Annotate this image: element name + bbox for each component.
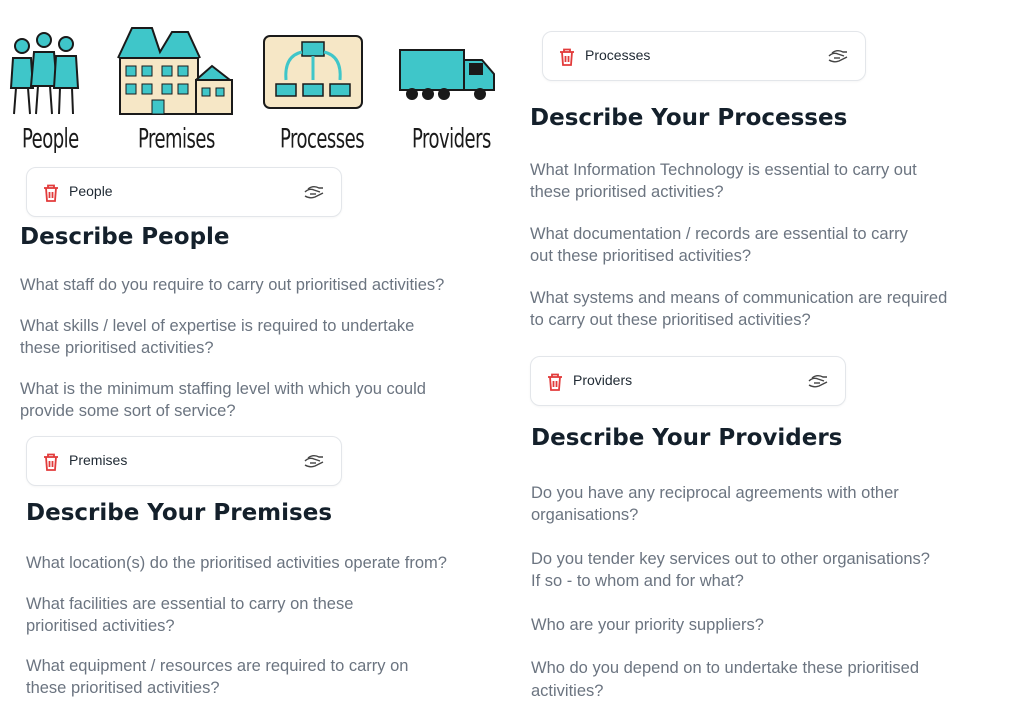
providers-illustration (398, 42, 498, 108)
people-chip-label: People (69, 183, 113, 199)
processes-illustration-label: Processes (280, 122, 365, 155)
people-question-3-line-2: provide some sort of service? (20, 402, 236, 420)
premises-chip-label: Premises (69, 452, 128, 468)
premises-question-2-line-1: What facilities are essential to carry o… (26, 595, 354, 613)
premises-question-1: What location(s) do the prioritised acti… (26, 554, 447, 572)
trash-icon[interactable] (43, 184, 59, 202)
premises-question-2-line-2: prioritised activities? (26, 617, 175, 635)
premises-question-3-line-1: What equipment / resources are required … (26, 657, 409, 675)
premises-chip[interactable]: Premises (26, 436, 342, 486)
hand-drag-icon[interactable] (303, 181, 325, 203)
trash-icon[interactable] (43, 453, 59, 471)
premises-question-3-line-2: these prioritised activities? (26, 679, 220, 697)
processes-question-1-line-1: What Information Technology is essential… (530, 161, 917, 179)
trash-icon[interactable] (559, 48, 575, 66)
people-icon (9, 32, 80, 115)
people-chip[interactable]: People (26, 167, 342, 217)
hand-drag-icon[interactable] (807, 370, 829, 392)
processes-question-3-line-2: to carry out these prioritised activitie… (530, 311, 811, 329)
processes-icon (263, 35, 363, 109)
hand-drag-icon[interactable] (303, 450, 325, 472)
processes-question-1-line-2: these prioritised activities? (530, 183, 724, 201)
people-question-3-line-1: What is the minimum staffing level with … (20, 380, 426, 398)
people-question-2-line-2: these prioritised activities? (20, 339, 214, 357)
providers-question-4-line-2: activities? (531, 682, 604, 700)
processes-heading: Describe Your Processes (530, 105, 848, 131)
providers-chip-label: Providers (573, 372, 633, 388)
premises-icon (117, 27, 233, 115)
people-heading: Describe People (20, 224, 230, 250)
people-question-1: What staff do you require to carry out p… (20, 276, 445, 294)
providers-question-4-line-1: Who do you depend on to undertake these … (531, 659, 920, 677)
providers-question-1-line-2: organisations? (531, 506, 639, 524)
trash-icon[interactable] (547, 373, 563, 391)
providers-heading: Describe Your Providers (531, 425, 843, 451)
providers-question-1-line-1: Do you have any reciprocal agreements wi… (531, 484, 899, 502)
providers-icon (399, 49, 495, 100)
people-illustration (8, 28, 84, 120)
processes-chip[interactable]: Processes (542, 31, 866, 81)
processes-question-3-line-1: What systems and means of communication … (530, 289, 948, 307)
providers-question-2-line-1: Do you tender key services out to other … (531, 550, 930, 568)
premises-heading: Describe Your Premises (26, 500, 333, 526)
people-question-2-line-1: What skills / level of expertise is requ… (20, 317, 415, 335)
processes-question-2-line-2: out these prioritised activities? (530, 247, 752, 265)
providers-illustration-label: Providers (412, 122, 491, 155)
providers-chip[interactable]: Providers (530, 356, 846, 406)
premises-illustration-label: Premises (138, 122, 215, 155)
providers-question-2-line-2: If so - to whom and for what? (531, 572, 744, 590)
hand-drag-icon[interactable] (827, 45, 849, 67)
providers-question-3: Who are your priority suppliers? (531, 616, 764, 634)
premises-illustration (112, 22, 236, 118)
processes-chip-label: Processes (585, 47, 651, 63)
people-illustration-label: People (22, 122, 79, 155)
processes-illustration (262, 34, 364, 114)
processes-question-2-line-1: What documentation / records are essenti… (530, 225, 908, 243)
